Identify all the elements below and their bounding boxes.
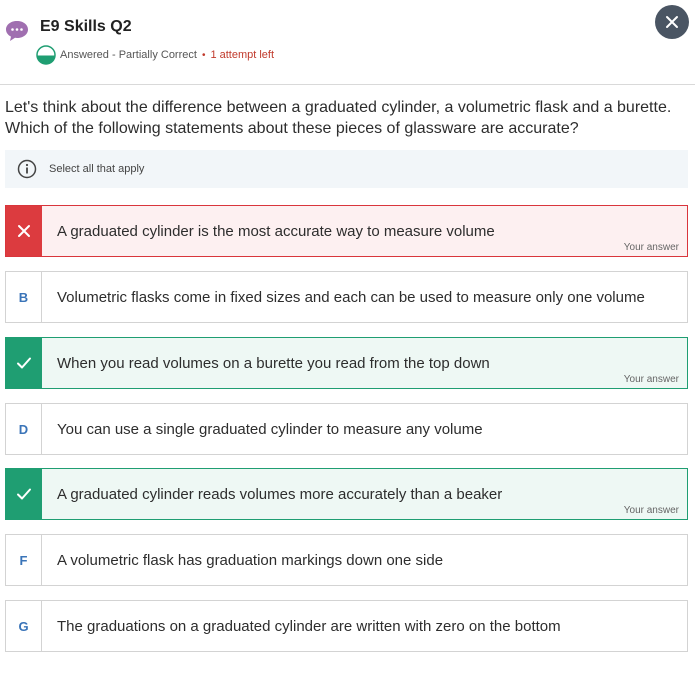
answer-option-f[interactable]: F A volumetric flask has graduation marki… (5, 534, 688, 586)
status-text: Answered - Partially Correct (60, 49, 197, 61)
chat-bubble-icon (6, 21, 28, 41)
incorrect-x-icon (6, 206, 42, 256)
option-text: You can use a single graduated cylinder … (57, 420, 483, 438)
question-title: E9 Skills Q2 (40, 18, 132, 35)
answer-option-e[interactable]: A graduated cylinder reads volumes more … (5, 468, 688, 520)
question-header: E9 Skills Q2 Answered - Partially Correc… (0, 0, 695, 85)
option-text: A graduated cylinder reads volumes more … (57, 485, 503, 503)
partial-score-icon (36, 45, 56, 65)
correct-check-icon (6, 469, 42, 519)
option-text: A volumetric flask has graduation markin… (57, 551, 444, 569)
option-letter: G (6, 601, 42, 651)
option-letter: F (6, 535, 42, 585)
answer-option-d[interactable]: D You can use a single graduated cylinder… (5, 403, 688, 455)
separator-dot: • (201, 49, 206, 61)
your-answer-label: Your answer (623, 242, 679, 253)
answer-option-b[interactable]: B Volumetric flasks come in fixed sizes a… (5, 271, 688, 323)
option-text: When you read volumes on a burette you r… (57, 354, 490, 372)
close-icon (666, 16, 678, 28)
question-text: Let's think about the difference between… (5, 99, 672, 137)
correct-check-icon (6, 338, 42, 388)
answer-option-a[interactable]: A graduated cylinder is the most accurat… (5, 205, 688, 257)
info-icon (17, 159, 37, 179)
option-letter: D (6, 404, 42, 454)
option-text: Volumetric flasks come in fixed sizes an… (57, 288, 645, 306)
instruction-text: Select all that apply (49, 163, 145, 175)
your-answer-label: Your answer (623, 374, 679, 385)
close-button[interactable] (655, 5, 689, 39)
your-answer-label: Your answer (623, 505, 679, 516)
attempts-left: 1 attempt left (210, 49, 275, 61)
answer-option-c[interactable]: When you read volumes on a burette you r… (5, 337, 688, 389)
instruction-banner: Select all that apply (5, 150, 688, 188)
option-text: A graduated cylinder is the most accurat… (57, 222, 495, 240)
status-row: Answered - Partially Correct • 1 attempt… (36, 45, 274, 65)
answer-option-g[interactable]: G The graduations on a graduated cylinder… (5, 600, 688, 652)
option-text: The graduations on a graduated cylinder … (57, 617, 561, 635)
option-letter: B (6, 272, 42, 322)
